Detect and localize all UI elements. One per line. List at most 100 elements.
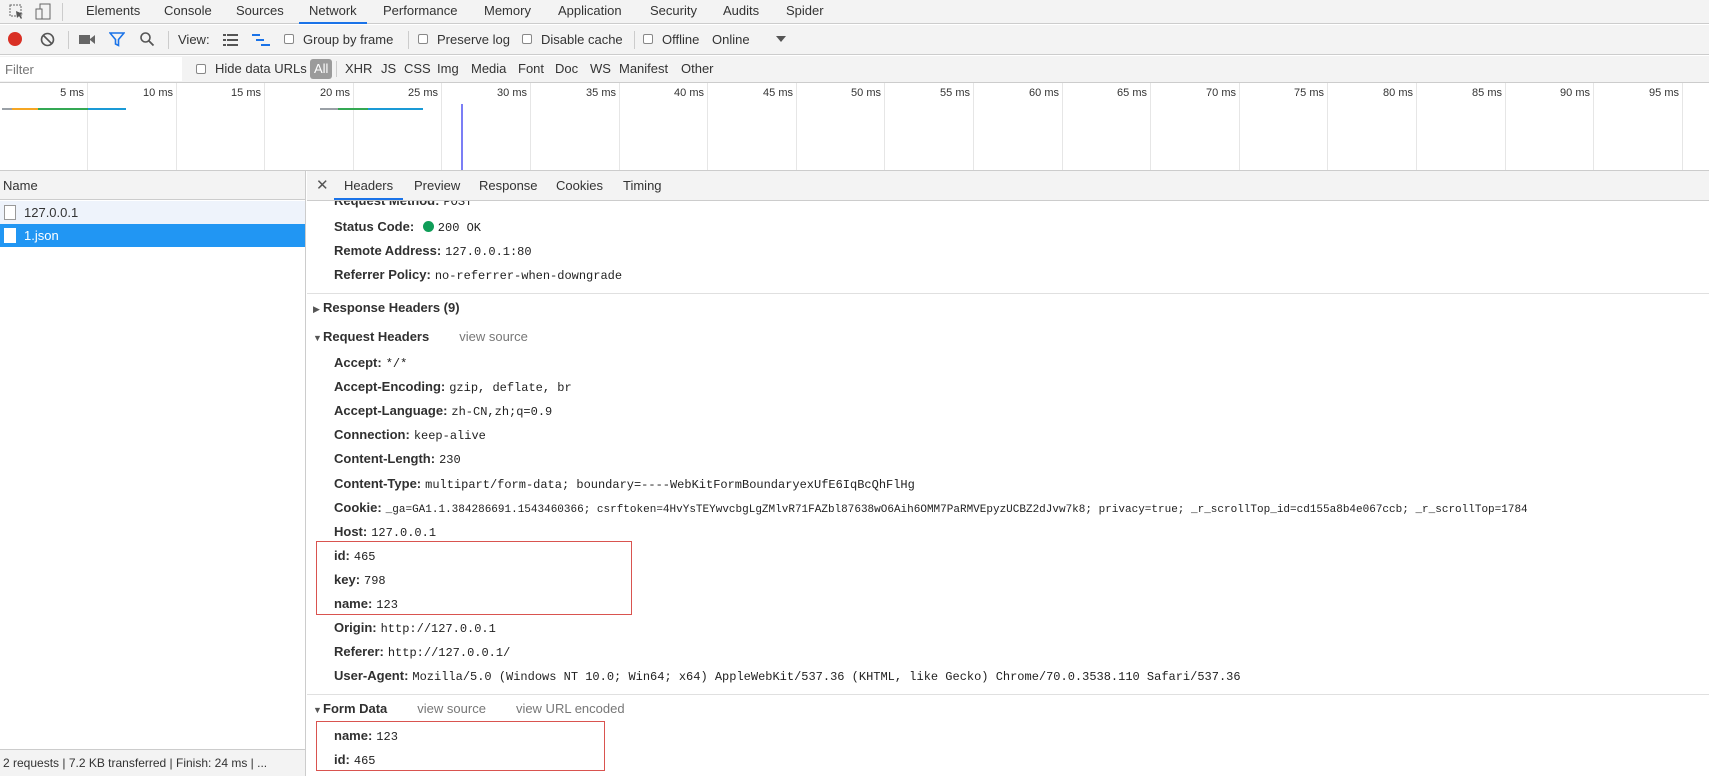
- request-row-selected[interactable]: 1.json: [0, 224, 305, 247]
- header-key: Referrer Policy:: [334, 267, 431, 282]
- document-icon: [4, 228, 16, 243]
- filter-type-font[interactable]: Font: [518, 56, 544, 82]
- general-row: Status Code: 200 OK: [334, 216, 481, 238]
- filter-type-ws[interactable]: WS: [590, 56, 611, 82]
- clear-icon[interactable]: [40, 32, 55, 47]
- search-icon[interactable]: [139, 31, 155, 47]
- timeline-gridline: [1593, 83, 1594, 170]
- timeline-tick-label: 30 ms: [497, 87, 527, 99]
- device-toolbar-icon[interactable]: [35, 3, 53, 21]
- timeline-gridline: [707, 83, 708, 170]
- network-toolbar: View: Group by frame Preserve log Disabl…: [0, 25, 1709, 55]
- filter-type-media[interactable]: Media: [471, 56, 506, 82]
- filter-type-css[interactable]: CSS: [404, 56, 431, 82]
- chevron-down-icon[interactable]: [776, 36, 786, 42]
- request-headers-title: Request Headers: [323, 329, 430, 344]
- filter-type-all[interactable]: All: [310, 59, 333, 79]
- timeline-tick-label: 80 ms: [1383, 87, 1413, 99]
- filter-type-xhr[interactable]: XHR: [345, 56, 372, 82]
- overview-bar-1-orange: [12, 108, 38, 110]
- tab-headers[interactable]: Headers: [334, 171, 404, 200]
- inspect-element-icon[interactable]: [9, 4, 25, 20]
- header-key: Cookie:: [334, 500, 382, 515]
- tab-memory[interactable]: Memory: [484, 0, 531, 24]
- timeline-tick-label: 75 ms: [1294, 87, 1324, 99]
- view-source-link[interactable]: view source: [459, 329, 528, 344]
- request-header-row: Referer: http://127.0.0.1/: [334, 641, 510, 663]
- header-key: Host:: [334, 524, 368, 539]
- header-key: Connection:: [334, 427, 410, 442]
- form-data-title: Form Data: [323, 701, 388, 716]
- timeline-tick-label: 40 ms: [674, 87, 704, 99]
- tab-network[interactable]: Network: [299, 0, 367, 24]
- capture-screenshots-icon[interactable]: [79, 33, 96, 46]
- timeline-tick-label: 15 ms: [231, 87, 261, 99]
- tab-cookies[interactable]: Cookies: [556, 171, 603, 200]
- filter-input[interactable]: [0, 57, 182, 81]
- filter-type-img[interactable]: Img: [437, 56, 459, 82]
- response-headers-title: Response Headers (9): [323, 300, 460, 315]
- devtools-tab-bar: Elements Console Sources Network Perform…: [0, 0, 1709, 24]
- filter-type-js[interactable]: JS: [381, 56, 396, 82]
- filter-icon[interactable]: [108, 32, 126, 47]
- close-icon[interactable]: ✕: [316, 176, 329, 194]
- tab-timing[interactable]: Timing: [623, 171, 662, 200]
- form-data-section[interactable]: ▼Form Data view source view URL encoded: [313, 698, 625, 720]
- header-value: multipart/form-data; boundary=----WebKit…: [425, 478, 915, 492]
- status-ok-icon: [422, 221, 434, 232]
- view-source-link[interactable]: view source: [417, 701, 486, 716]
- tab-spider[interactable]: Spider: [786, 0, 824, 24]
- header-value: 127.0.0.1:80: [445, 245, 532, 259]
- offline-checkbox[interactable]: [643, 34, 653, 44]
- network-summary-bar: 2 requests | 7.2 KB transferred | Finish…: [0, 749, 305, 776]
- header-key: Origin:: [334, 620, 377, 635]
- header-key: Content-Length:: [334, 451, 436, 466]
- filter-type-manifest[interactable]: Manifest: [619, 56, 668, 82]
- group-by-frame-checkbox[interactable]: [284, 34, 294, 44]
- timeline-gridline: [176, 83, 177, 170]
- tab-security[interactable]: Security: [650, 0, 697, 24]
- timeline-tick-label: 65 ms: [1117, 87, 1147, 99]
- header-value: 230: [439, 453, 461, 467]
- headers-panel: Request Method:POST Status Code: 200 OK …: [307, 201, 1709, 776]
- tab-sources[interactable]: Sources: [236, 0, 284, 24]
- name-column-label: Name: [3, 178, 38, 193]
- view-url-encoded-link[interactable]: view URL encoded: [516, 701, 625, 716]
- timeline-gridline: [1327, 83, 1328, 170]
- tab-elements[interactable]: Elements: [86, 0, 140, 24]
- filter-bar: Hide data URLs All XHR JS CSS Img Media …: [0, 56, 1709, 83]
- tab-response[interactable]: Response: [479, 171, 538, 200]
- timeline-gridline: [353, 83, 354, 170]
- tab-preview[interactable]: Preview: [414, 171, 460, 200]
- waterfall-icon[interactable]: [252, 34, 270, 46]
- record-icon[interactable]: [8, 32, 22, 46]
- request-headers-section[interactable]: ▼Request Headers view source: [313, 326, 528, 348]
- request-list-panel: Name 127.0.0.1 1.json 2 requests | 7.2 K…: [0, 171, 306, 776]
- filter-type-doc[interactable]: Doc: [555, 56, 578, 82]
- document-icon: [4, 205, 16, 220]
- tab-console[interactable]: Console: [164, 0, 212, 24]
- request-header-row: User-Agent: Mozilla/5.0 (Windows NT 10.0;…: [334, 665, 1241, 687]
- overview-bar-2-gray: [320, 108, 338, 110]
- hide-data-urls-checkbox[interactable]: [196, 64, 206, 74]
- header-value: _ga=GA1.1.384286691.1543460366; csrftoke…: [385, 504, 1528, 516]
- disable-cache-checkbox[interactable]: [522, 34, 532, 44]
- request-name: 127.0.0.1: [24, 205, 79, 220]
- tab-performance[interactable]: Performance: [383, 0, 457, 24]
- large-rows-icon[interactable]: [223, 34, 238, 46]
- tab-audits[interactable]: Audits: [723, 0, 759, 24]
- header-value: http://127.0.0.1/: [387, 646, 511, 660]
- timeline-gridline: [619, 83, 620, 170]
- timeline-gridline: [264, 83, 265, 170]
- network-overview[interactable]: 5 ms 10 ms 15 ms 20 ms 25 ms 30 ms 35 ms 40 ms 4…: [0, 83, 1709, 171]
- throttling-select[interactable]: Online: [712, 25, 750, 54]
- timeline-tick-label: 70 ms: [1206, 87, 1236, 99]
- request-row[interactable]: 127.0.0.1: [0, 201, 305, 224]
- preserve-log-checkbox[interactable]: [418, 34, 428, 44]
- name-column-header[interactable]: Name: [0, 171, 305, 200]
- tab-application[interactable]: Application: [558, 0, 622, 24]
- filter-type-other[interactable]: Other: [681, 56, 714, 82]
- response-headers-section[interactable]: ▶ Response Headers (9): [313, 297, 460, 319]
- hide-data-urls-label: Hide data URLs: [215, 61, 307, 76]
- header-key: Status Code:: [334, 219, 415, 234]
